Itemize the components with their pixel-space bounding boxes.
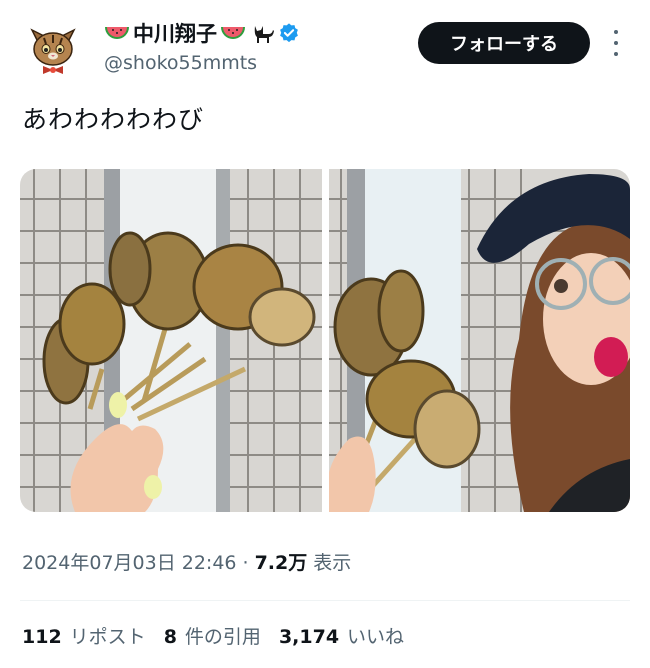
likes-count: 3,174 <box>278 626 340 648</box>
reposts-count: 112 <box>22 626 62 648</box>
meta-separator: · <box>242 552 249 574</box>
divider <box>20 600 630 601</box>
abalone-skewers-image <box>20 169 322 512</box>
views-count: 7.2万 <box>254 552 308 574</box>
display-name: 中川翔子 <box>133 22 217 46</box>
follow-button[interactable]: フォローする <box>418 22 590 64</box>
watermelon-icon <box>221 27 245 39</box>
likes-stat[interactable]: 3,174 いいね <box>279 622 404 649</box>
tweet-meta: 2024年07月03日 22:46 · 7.2万 表示 <box>22 548 351 575</box>
views-label: 表示 <box>313 552 352 574</box>
photo-abalone-skewers[interactable] <box>20 169 322 512</box>
reposts-stat[interactable]: 112 リポスト <box>22 622 146 649</box>
cat-avatar-icon <box>22 16 84 78</box>
quotes-label: 件の引用 <box>184 626 261 648</box>
reposts-label: リポスト <box>69 626 146 648</box>
selfie-with-abalone-image <box>328 169 630 512</box>
avatar[interactable] <box>22 16 84 78</box>
tweet-text: あわわわわわび <box>22 105 205 134</box>
quotes-stat[interactable]: 8 件の引用 <box>164 622 261 649</box>
likes-label: いいね <box>347 626 405 648</box>
media-grid <box>20 169 630 512</box>
verified-badge-icon <box>280 23 298 43</box>
author-name-row[interactable]: 中川翔子 <box>104 16 300 50</box>
engagement-stats: 112 リポスト 8 件の引用 3,174 いいね <box>22 622 404 649</box>
timestamp[interactable]: 2024年07月03日 22:46 <box>22 548 237 575</box>
author-handle[interactable]: @shoko55mmts <box>104 52 257 74</box>
watermelon-icon <box>105 27 129 39</box>
black-cat-icon <box>254 26 274 43</box>
more-vertical-icon[interactable] <box>606 30 626 56</box>
quotes-count: 8 <box>163 626 177 648</box>
photo-selfie-with-abalone[interactable] <box>328 169 630 512</box>
